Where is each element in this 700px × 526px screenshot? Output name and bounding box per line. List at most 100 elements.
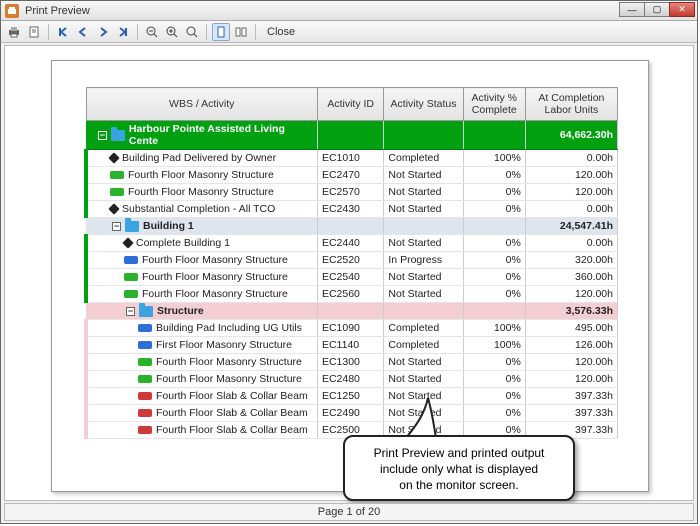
activity-labor: 3,576.33h [525, 303, 617, 320]
activity-labor: 126.00h [525, 337, 617, 354]
prev-page-icon[interactable] [74, 23, 92, 41]
activity-name: Fourth Floor Masonry Structure [142, 288, 288, 300]
task-bar-green-icon [110, 188, 124, 196]
milestone-icon [108, 203, 119, 214]
callout-line: on the monitor screen. [351, 477, 567, 493]
print-icon[interactable] [5, 23, 23, 41]
activity-pct: 100% [463, 320, 525, 337]
task-bar-green-icon [124, 290, 138, 298]
maximize-button[interactable]: ▢ [644, 2, 670, 17]
close-window-button[interactable]: ✕ [669, 2, 695, 17]
toggle-icon[interactable]: − [112, 222, 121, 231]
activity-pct [463, 121, 525, 150]
zoom-select-icon[interactable] [183, 23, 201, 41]
activity-pct: 0% [463, 269, 525, 286]
table-row: Fourth Floor Masonry StructureEC2480Not … [86, 371, 618, 388]
zoom-in-icon[interactable] [163, 23, 181, 41]
activity-labor: 0.00h [525, 235, 617, 252]
table-row: Fourth Floor Masonry StructureEC2520In P… [86, 252, 618, 269]
activity-name: First Floor Masonry Structure [156, 339, 292, 351]
activity-status [384, 303, 463, 320]
toggle-icon[interactable]: − [126, 307, 135, 316]
activity-labor: 320.00h [525, 252, 617, 269]
activity-status: Completed [384, 320, 463, 337]
activity-name: Fourth Floor Masonry Structure [142, 254, 288, 266]
minimize-button[interactable]: — [619, 2, 645, 17]
callout-line: include only what is displayed [351, 461, 567, 477]
activity-name: Fourth Floor Masonry Structure [128, 186, 274, 198]
activity-status: Completed [384, 337, 463, 354]
activity-pct: 100% [463, 337, 525, 354]
task-bar-red-icon [138, 409, 152, 417]
zoom-out-icon[interactable] [143, 23, 161, 41]
titlebar: Print Preview — ▢ ✕ [1, 1, 697, 21]
close-button[interactable]: Close [267, 26, 295, 38]
activity-status: Completed [384, 150, 463, 167]
page-setup-icon[interactable] [25, 23, 43, 41]
activity-labor: 0.00h [525, 150, 617, 167]
table-row: Complete Building 1EC2440Not Started0%0.… [86, 235, 618, 252]
activity-pct: 0% [463, 167, 525, 184]
activity-id [317, 121, 383, 150]
folder-icon [139, 306, 153, 317]
milestone-icon [108, 152, 119, 163]
table-row: Fourth Floor Masonry StructureEC2570Not … [86, 184, 618, 201]
last-page-icon[interactable] [114, 23, 132, 41]
activity-labor: 120.00h [525, 354, 617, 371]
page-indicator: Page 1 of 20 [318, 506, 380, 518]
activity-labor: 120.00h [525, 286, 617, 303]
task-bar-blue-icon [138, 341, 152, 349]
single-page-icon[interactable] [212, 23, 230, 41]
activity-name: Fourth Floor Masonry Structure [128, 169, 274, 181]
table-row: Fourth Floor Masonry StructureEC2540Not … [86, 269, 618, 286]
table-row: −Structure3,576.33h [86, 303, 618, 320]
activity-pct [463, 218, 525, 235]
task-bar-blue-icon [124, 256, 138, 264]
activity-id [317, 303, 383, 320]
activity-status: Not Started [384, 167, 463, 184]
toggle-icon[interactable]: − [98, 131, 107, 140]
activity-pct: 0% [463, 184, 525, 201]
activity-labor: 120.00h [525, 184, 617, 201]
activity-name: Fourth Floor Masonry Structure [156, 356, 302, 368]
activity-id [317, 218, 383, 235]
next-page-icon[interactable] [94, 23, 112, 41]
separator [48, 24, 49, 40]
window-title: Print Preview [25, 5, 90, 17]
task-bar-green-icon [110, 171, 124, 179]
preview-area: WBS / Activity Activity ID Activity Stat… [4, 45, 694, 501]
folder-icon [125, 221, 139, 232]
multi-page-icon[interactable] [232, 23, 250, 41]
col-pct: Activity % Complete [463, 88, 525, 121]
activity-id: EC2490 [317, 405, 383, 422]
activity-id: EC2540 [317, 269, 383, 286]
activity-id: EC2470 [317, 167, 383, 184]
table-row: Fourth Floor Masonry StructureEC1300Not … [86, 354, 618, 371]
task-bar-red-icon [138, 392, 152, 400]
activity-status: In Progress [384, 252, 463, 269]
activity-labor: 397.33h [525, 388, 617, 405]
separator [137, 24, 138, 40]
activity-pct: 0% [463, 388, 525, 405]
activity-name: Fourth Floor Masonry Structure [156, 373, 302, 385]
activity-pct: 0% [463, 405, 525, 422]
table-row: Fourth Floor Masonry Structure EC2470Not … [86, 167, 618, 184]
separator [255, 24, 256, 40]
activity-pct: 0% [463, 252, 525, 269]
activity-name: Fourth Floor Slab & Collar Beam [156, 407, 308, 419]
activity-status [384, 121, 463, 150]
activity-name: Building Pad Including UG Utils [156, 322, 302, 334]
activity-status: Not Started [384, 184, 463, 201]
first-page-icon[interactable] [54, 23, 72, 41]
activity-pct: 0% [463, 286, 525, 303]
activity-status: Not Started [384, 286, 463, 303]
activity-id: EC1140 [317, 337, 383, 354]
activity-labor: 495.00h [525, 320, 617, 337]
activity-status: Not Started [384, 354, 463, 371]
callout-note: Print Preview and printed output include… [343, 435, 575, 501]
activity-id: EC2430 [317, 201, 383, 218]
table-row: Substantial Completion - All TCOEC2430No… [86, 201, 618, 218]
activity-pct: 0% [463, 354, 525, 371]
task-bar-green-icon [138, 375, 152, 383]
activity-labor: 24,547.41h [525, 218, 617, 235]
